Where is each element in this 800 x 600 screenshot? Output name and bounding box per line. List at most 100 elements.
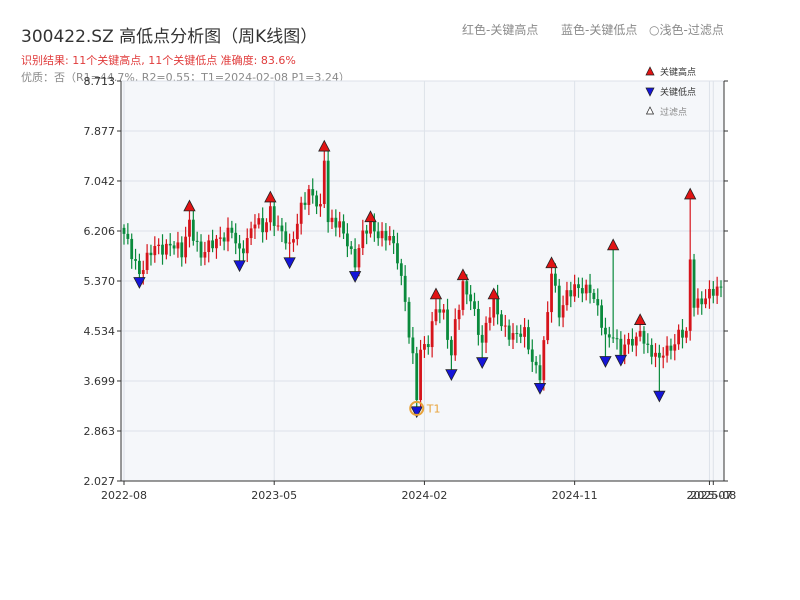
candle-body [230, 227, 234, 233]
candle-body [592, 292, 596, 300]
candle-body [538, 365, 542, 381]
candle-body [704, 298, 707, 305]
candle-body [627, 338, 630, 345]
candle-body [665, 345, 669, 356]
candle-body [638, 330, 642, 337]
candle-body [261, 218, 265, 233]
candle-body [692, 259, 696, 308]
candle-body [353, 248, 357, 268]
candle-body [600, 305, 603, 328]
candle-body [245, 238, 249, 254]
candle-body [122, 227, 126, 234]
candle-body [588, 284, 592, 293]
candle-body [315, 195, 318, 207]
candle-body [553, 273, 557, 286]
candle-body [461, 281, 465, 310]
candle-body [399, 263, 403, 276]
legend-filtered-label: 过滤点 [660, 106, 687, 118]
candle-body [530, 349, 534, 362]
candle-body [322, 160, 326, 205]
t1-label: T1 [426, 402, 441, 415]
candle-body [388, 236, 392, 241]
candle-body [292, 239, 295, 243]
candle-body [580, 288, 584, 294]
candle-body [615, 338, 619, 340]
y-tick-label: 4.534 [84, 325, 116, 338]
candle-body [349, 246, 353, 249]
candle-body [249, 228, 253, 239]
candle-body [650, 344, 654, 357]
candle-body [607, 334, 611, 338]
candle-body [577, 284, 580, 289]
candle-body [288, 242, 292, 244]
candle-body [307, 189, 311, 205]
x-tick-label: 2024-11 [552, 489, 598, 502]
candle-body [238, 243, 241, 249]
candle-body [449, 339, 453, 356]
candle-body [684, 330, 688, 338]
candle-body [199, 241, 203, 258]
candle-body [319, 204, 322, 207]
candle-body [357, 248, 361, 268]
candle-body [430, 321, 434, 348]
candle-body [407, 301, 411, 338]
candle-body [669, 345, 673, 351]
candle-body [488, 317, 492, 323]
candle-body [534, 361, 538, 366]
candle-body [384, 230, 388, 241]
legend-high-symbol [645, 66, 655, 76]
candle-body [573, 284, 577, 297]
candle-body [403, 275, 407, 302]
candle-body [191, 219, 195, 241]
candle-body [434, 309, 438, 322]
candle-body [272, 206, 276, 226]
candle-body [642, 330, 646, 344]
candle-body [711, 288, 715, 296]
candle-body [157, 244, 161, 247]
candle-body [681, 329, 684, 338]
candle-body [677, 329, 681, 345]
candle-body [634, 336, 638, 346]
candle-body [334, 217, 338, 228]
candle-body [372, 220, 376, 232]
candle-body [688, 259, 692, 331]
y-tick-label: 3.699 [84, 375, 116, 388]
candle-body [326, 160, 330, 223]
candle-body [222, 237, 226, 242]
candle-body [134, 259, 137, 261]
candle-body [507, 325, 511, 340]
candle-body [619, 338, 623, 355]
candle-body [523, 327, 526, 337]
candle-body [457, 309, 461, 320]
candle-body [657, 352, 661, 358]
candle-body [476, 308, 480, 335]
candle-body [423, 344, 426, 350]
candle-body [234, 232, 238, 244]
candle-body [299, 202, 303, 224]
candle-body [411, 337, 415, 354]
candle-body [557, 285, 561, 318]
chart-area: T1 2.027 2.863 3.699 4.534 5.370 6.206 7.042 7.… [84, 66, 737, 502]
candle-body [511, 333, 515, 340]
candle-body [188, 219, 191, 237]
candle-body [442, 309, 446, 313]
candle-body [161, 244, 164, 255]
candle-body [546, 312, 550, 341]
candle-body [469, 294, 473, 302]
candle-body [519, 333, 523, 337]
candle-body [168, 243, 172, 246]
candle-body [345, 233, 349, 247]
candle-body [369, 220, 372, 234]
candle-body [268, 206, 272, 223]
candle-body [257, 218, 261, 225]
candle-body [265, 222, 268, 233]
candle-body [453, 319, 457, 356]
candle-body [130, 238, 134, 260]
candle-body [180, 242, 184, 258]
candle-body [338, 221, 342, 228]
y-tick-label: 2.863 [84, 425, 116, 438]
candle-body [561, 305, 565, 318]
x-tick-label: 2023-05 [251, 489, 297, 502]
candle-body [503, 325, 507, 327]
candle-body [172, 245, 176, 249]
